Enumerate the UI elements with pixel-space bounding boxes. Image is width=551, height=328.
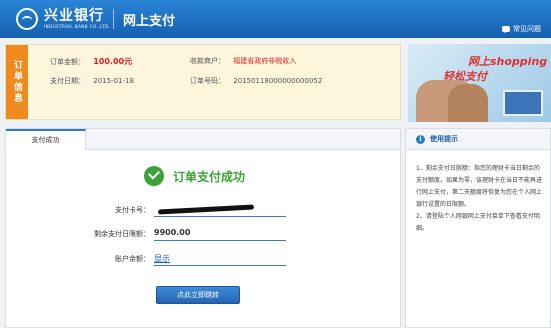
- daily-limit-value: 9900.00: [154, 228, 191, 237]
- daily-limit-label: 剩余支付日限额：: [94, 230, 150, 238]
- order-amount-row: 订单金额： 100.00元: [50, 56, 132, 67]
- tab-bar: 支付成功: [6, 129, 400, 150]
- chat-bubble-icon: [502, 26, 510, 33]
- header-divider: [113, 9, 114, 29]
- card-number-row: 支付卡号：: [6, 202, 400, 218]
- bank-name-en: INDUSTRIAL BANK CO.,LTD.: [44, 23, 111, 29]
- info-icon: i: [416, 134, 425, 144]
- show-balance-link[interactable]: 显示: [154, 253, 170, 264]
- tip-item: 2、请登陆个人网银网上支付菜单下查看支付明细。: [416, 213, 540, 232]
- daily-limit-field: 9900.00: [154, 228, 286, 241]
- tip-item: 1、剩余支付日限额：指您的理财卡当日剩余的支付额度，如果为零，该理财卡在当日不能…: [416, 165, 543, 208]
- balance-field: 显示: [154, 253, 286, 266]
- order-no-value: 20150118000000000052: [233, 77, 323, 85]
- success-text: 订单支付成功: [173, 169, 246, 184]
- masked-card-number: [157, 204, 255, 215]
- usage-tips-header: i 使用提示: [406, 129, 550, 150]
- usage-tips-body: 1、剩余支付日限额：指您的理财卡当日剩余的支付额度，如果为零，该理财卡在当日不能…: [406, 150, 550, 235]
- check-circle-icon: [144, 166, 164, 186]
- balance-row: 账户余额： 显示: [6, 251, 400, 267]
- merchant-label: 收款商户：: [190, 57, 225, 65]
- order-amount-value: 100.00元: [93, 57, 133, 66]
- bank-logo-icon: [16, 8, 38, 30]
- banner-laptop-image: [503, 90, 543, 116]
- order-info-tag: 订单信息: [6, 45, 28, 119]
- bank-name: 兴业银行: [44, 7, 104, 24]
- order-amount-label: 订单金额：: [50, 58, 85, 66]
- order-no-label: 订单号码：: [190, 77, 225, 85]
- banner-person-image: [448, 84, 488, 122]
- pay-date-row: 支付日期： 2015-01-18: [50, 76, 134, 86]
- daily-limit-row: 剩余支付日限额： 9900.00: [6, 226, 400, 242]
- tab-payment-success[interactable]: 支付成功: [6, 129, 86, 150]
- pay-date-value: 2015-01-18: [93, 77, 134, 85]
- order-info-panel: 订单信息 订单金额： 100.00元 收款商户： 福建省政府非税收入 支付日期：…: [5, 44, 401, 120]
- usage-tips-title: 使用提示: [430, 135, 458, 143]
- promo-banner[interactable]: 网上shopping 轻松支付: [408, 44, 551, 122]
- balance-label: 账户余额：: [115, 255, 150, 263]
- bank-logo: 兴业银行 INDUSTRIAL BANK CO.,LTD.: [16, 6, 111, 32]
- top-header: 兴业银行 INDUSTRIAL BANK CO.,LTD. 网上支付 常见问题: [0, 0, 551, 38]
- merchant-row: 收款商户： 福建省政府非税收入: [190, 56, 296, 66]
- faq-link[interactable]: 常见问题: [502, 24, 541, 34]
- banner-headline: 网上shopping: [468, 55, 548, 68]
- card-number-label: 支付卡号：: [115, 206, 150, 214]
- faq-label: 常见问题: [513, 25, 541, 33]
- page-title: 网上支付: [123, 14, 176, 29]
- order-no-row: 订单号码： 20150118000000000052: [190, 76, 322, 86]
- redirect-now-button[interactable]: 点此立即跳转: [156, 286, 240, 304]
- payment-result-card: 支付成功 订单支付成功 支付卡号： 剩余支付日限额： 9900.00 账户余额：…: [5, 128, 401, 328]
- usage-tips-panel: i 使用提示 1、剩余支付日限额：指您的理财卡当日剩余的支付额度，如果为零，该理…: [405, 128, 551, 328]
- success-message: 订单支付成功: [144, 166, 245, 186]
- pay-date-label: 支付日期：: [50, 77, 85, 85]
- card-number-field: [154, 204, 286, 217]
- merchant-value: 福建省政府非税收入: [233, 57, 297, 65]
